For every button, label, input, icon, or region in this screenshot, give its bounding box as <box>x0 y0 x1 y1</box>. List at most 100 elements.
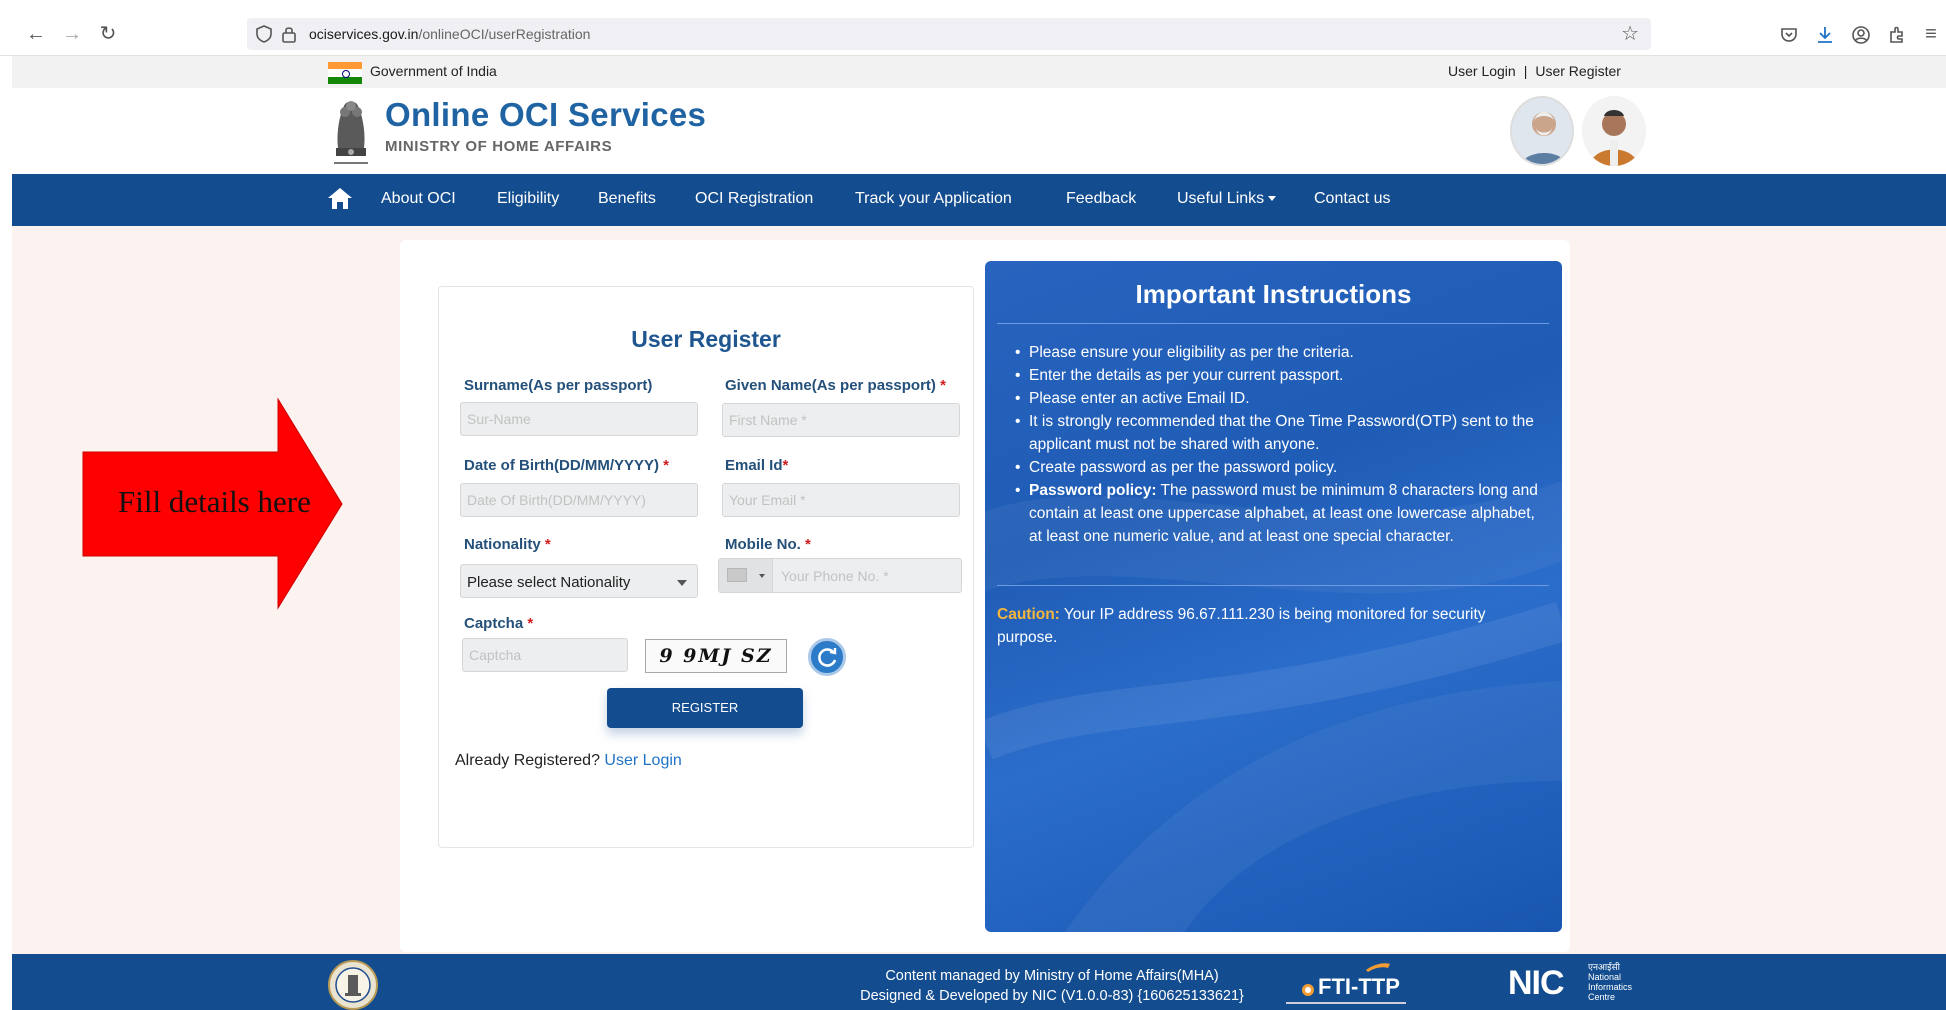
site-title: Online OCI Services <box>385 96 707 133</box>
nic-logo-text: NIC <box>1508 964 1565 1002</box>
nav-contact-us[interactable]: Contact us <box>1314 190 1390 208</box>
dob-label-text: Date of Birth(DD/MM/YYYY) <box>464 457 659 474</box>
nic-logo-subtext: एनआईसी National Informatics Centre <box>1588 962 1632 1002</box>
register-button[interactable]: REGISTER <box>607 688 803 728</box>
mobile-input[interactable] <box>773 559 961 592</box>
nic-sub-line: Informatics <box>1588 982 1633 992</box>
email-input[interactable] <box>722 483 960 517</box>
caret-down-icon <box>1268 196 1277 202</box>
url-text: ociservices.gov.in/onlineOCI/userRegistr… <box>309 26 590 42</box>
address-bar[interactable]: ociservices.gov.in/onlineOCI/userRegistr… <box>247 18 1651 50</box>
india-flag-icon <box>328 62 362 84</box>
nav-feedback[interactable]: Feedback <box>1066 190 1136 208</box>
nav-useful-links[interactable]: Useful Links <box>1177 190 1277 208</box>
annotation-label: Fill details here <box>118 484 311 519</box>
instructions-panel: Important Instructions Please ensure you… <box>985 261 1562 932</box>
refresh-icon <box>818 648 837 667</box>
email-label: Email Id* <box>725 457 788 474</box>
country-flag-icon <box>727 568 747 582</box>
surname-label-text: Surname(As per passport) <box>464 377 653 394</box>
caution-note: Caution: Your IP address 96.67.111.230 i… <box>997 603 1547 649</box>
instruction-item-password-policy: Password policy: The password must be mi… <box>1015 479 1545 548</box>
captcha-label-text: Captcha <box>464 615 524 632</box>
required-mark: * <box>527 615 534 632</box>
fti-ttp-logo: FTI-TTP <box>1270 962 1420 1008</box>
national-emblem-icon <box>334 101 368 164</box>
site-subtitle: MINISTRY OF HOME AFFAIRS <box>385 138 613 155</box>
shield-icon <box>256 25 272 43</box>
fti-ttp-text: FTI-TTP <box>1318 974 1400 999</box>
mobile-label: Mobile No. * <box>725 536 811 553</box>
nav-about-oci[interactable]: About OCI <box>381 190 456 208</box>
top-user-links: User Login | User Register <box>1448 63 1621 79</box>
given-name-input[interactable] <box>722 403 960 437</box>
url-path: /onlineOCI/userRegistration <box>418 26 591 42</box>
account-icon[interactable] <box>1850 24 1872 46</box>
top-user-login-link[interactable]: User Login <box>1448 63 1516 79</box>
dob-input[interactable] <box>460 483 698 517</box>
surname-input[interactable] <box>460 402 698 436</box>
instruction-item: Please enter an active Email ID. <box>1015 387 1545 410</box>
dignitary-portrait-1 <box>1510 96 1574 166</box>
top-user-register-link[interactable]: User Register <box>1535 63 1621 79</box>
lock-icon <box>282 27 296 43</box>
given-name-label-text: Given Name(As per passport) <box>725 377 936 394</box>
download-icon[interactable] <box>1814 24 1836 46</box>
nationality-selected-value: Please select Nationality <box>467 574 631 591</box>
pocket-icon[interactable] <box>1778 24 1800 46</box>
dignitary-portrait-2 <box>1582 96 1646 166</box>
instruction-item: Please ensure your eligibility as per th… <box>1015 341 1545 364</box>
mobile-label-text: Mobile No. <box>725 536 801 553</box>
required-mark: * <box>544 536 551 553</box>
captcha-input[interactable] <box>462 638 628 672</box>
mha-seal-icon <box>328 960 378 1010</box>
menu-hamburger-icon[interactable]: ≡ <box>1920 22 1942 46</box>
captcha-image: 9 9MJ SZ <box>645 639 787 673</box>
nic-sub-line: National <box>1588 972 1622 982</box>
gov-of-india-text: Government of India <box>370 63 497 79</box>
required-mark: * <box>940 377 946 394</box>
user-login-link[interactable]: User Login <box>604 752 681 769</box>
nav-useful-links-label: Useful Links <box>1177 190 1265 207</box>
nationality-label-text: Nationality <box>464 536 541 553</box>
forward-arrow-icon[interactable]: → <box>60 22 84 46</box>
required-mark: * <box>782 457 789 474</box>
caution-divider <box>997 585 1549 586</box>
caution-text: Your IP address 96.67.111.230 is being m… <box>997 606 1486 646</box>
caution-label: Caution: <box>997 606 1060 623</box>
nav-eligibility[interactable]: Eligibility <box>497 190 559 208</box>
required-mark: * <box>663 457 670 474</box>
bookmark-star-icon[interactable]: ☆ <box>1621 23 1639 45</box>
caret-down-icon <box>759 574 765 578</box>
already-registered-text: Already Registered? <box>455 752 600 769</box>
instruction-item: Create password as per the password poli… <box>1015 456 1545 479</box>
reload-icon[interactable]: ↻ <box>96 22 120 46</box>
nav-oci-registration[interactable]: OCI Registration <box>695 190 813 208</box>
back-arrow-icon[interactable]: ← <box>24 22 48 46</box>
extensions-icon[interactable] <box>1886 24 1908 46</box>
nav-benefits[interactable]: Benefits <box>598 190 656 208</box>
nav-track-application[interactable]: Track your Application <box>855 190 1012 208</box>
title-divider <box>997 323 1549 324</box>
page: ← → ↻ ociservices.gov.in/onlineOCI/userR… <box>0 0 1946 1010</box>
instruction-item: It is strongly recommended that the One … <box>1015 410 1545 456</box>
nic-logo: NIC एनआईसी National Informatics Centre <box>1508 962 1658 1006</box>
surname-label: Surname(As per passport) <box>464 377 652 394</box>
url-domain: ociservices.gov.in <box>309 26 419 42</box>
dob-label: Date of Birth(DD/MM/YYYY) * <box>464 457 669 474</box>
site-footer: Content managed by Ministry of Home Affa… <box>12 954 1946 1010</box>
instructions-title: Important Instructions <box>1135 279 1412 309</box>
nationality-select[interactable]: Please select Nationality <box>460 564 698 598</box>
main-nav: About OCI Eligibility Benefits OCI Regis… <box>12 174 1946 226</box>
mobile-field <box>718 558 962 593</box>
home-icon[interactable] <box>327 186 353 210</box>
instructions-list: Please ensure your eligibility as per th… <box>1015 341 1545 548</box>
chevron-down-icon <box>677 580 687 586</box>
instruction-item: Enter the details as per your current pa… <box>1015 364 1545 387</box>
country-code-dropdown[interactable] <box>719 559 773 592</box>
captcha-label: Captcha * <box>464 615 533 632</box>
nic-hindi-text: एनआईसी <box>1588 962 1621 972</box>
captcha-refresh-button[interactable] <box>808 638 846 676</box>
gov-strip: Government of India User Login | User Regi… <box>12 56 1946 88</box>
already-registered: Already Registered? User Login <box>455 752 682 770</box>
